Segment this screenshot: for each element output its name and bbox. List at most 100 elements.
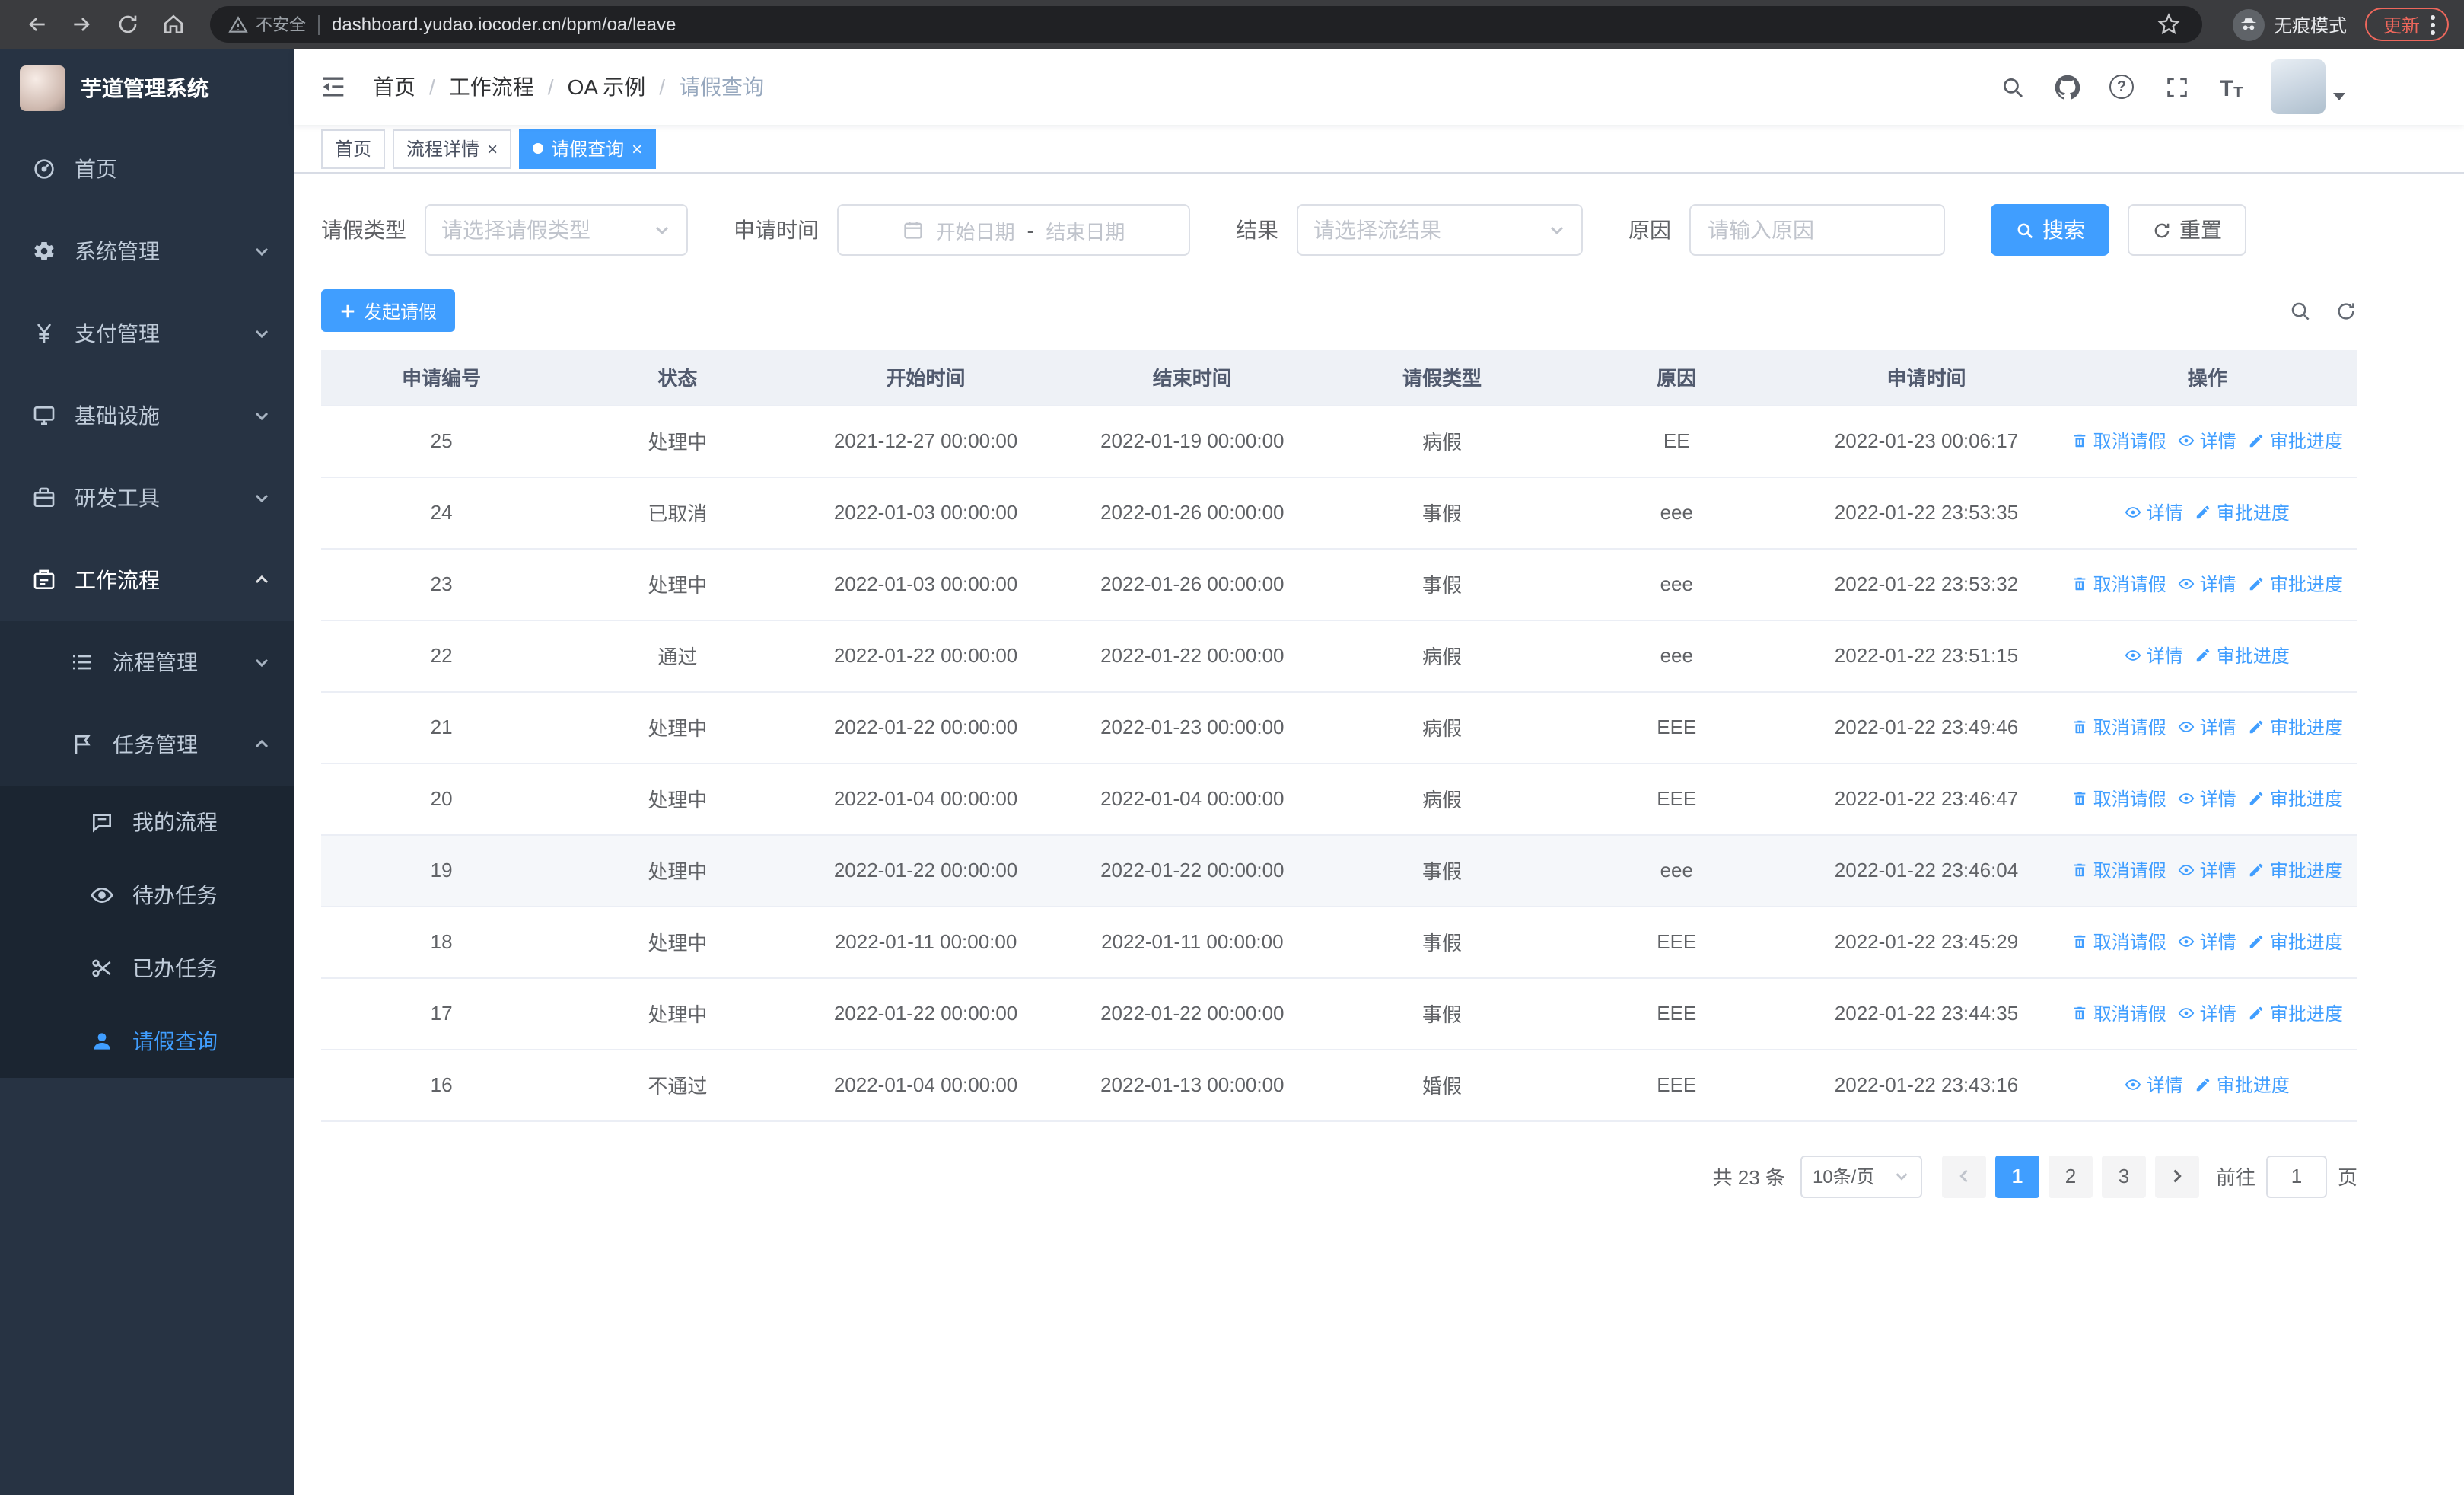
github-icon[interactable]	[2052, 72, 2082, 102]
page-button-3[interactable]: 3	[2101, 1155, 2146, 1197]
search-icon	[2017, 222, 2033, 238]
sidebar-fold-icon[interactable]	[318, 72, 349, 102]
home-icon[interactable]	[152, 3, 195, 46]
cancel-action-link[interactable]: 取消请假	[2072, 1000, 2166, 1026]
prev-page-button[interactable]	[1941, 1155, 1986, 1197]
sidebar-item-process-management[interactable]: 流程管理	[0, 621, 294, 703]
create-leave-button[interactable]: 发起请假	[321, 289, 456, 332]
sidebar-item-payment[interactable]: 支付管理	[0, 292, 294, 375]
progress-action-link[interactable]: 审批进度	[2195, 1072, 2290, 1098]
browser-update-button[interactable]: 更新	[2364, 8, 2449, 41]
browser-menu-icon[interactable]	[2426, 14, 2440, 34]
toggle-search-icon[interactable]	[2287, 298, 2312, 323]
sidebar-item-todo-tasks[interactable]: 待办任务	[0, 859, 294, 932]
progress-action-link[interactable]: 审批进度	[2249, 571, 2343, 597]
page-size-select[interactable]: 10条/页	[1800, 1155, 1922, 1197]
reason-input[interactable]	[1689, 204, 1945, 256]
apply-time-range-picker[interactable]: 开始日期 - 结束日期	[837, 204, 1190, 256]
reset-button[interactable]: 重置	[2128, 204, 2246, 256]
back-icon[interactable]	[15, 3, 58, 46]
sidebar-item-workflow[interactable]: 工作流程	[0, 539, 294, 621]
table-row: 23 处理中 2022-01-03 00:00:00 2022-01-26 00:00…	[321, 548, 2357, 620]
cell-status: 处理中	[562, 906, 794, 978]
address-bar[interactable]: 不安全 dashboard.yudao.iocoder.cn/bpm/oa/le…	[210, 6, 2202, 43]
sidebar-item-done-tasks[interactable]: 已办任务	[0, 932, 294, 1005]
cell-reason: EE	[1558, 405, 1796, 477]
progress-action-link[interactable]: 审批进度	[2195, 642, 2290, 668]
cancel-action-link[interactable]: 取消请假	[2072, 857, 2166, 883]
cell-leave-type: 事假	[1326, 548, 1558, 620]
detail-action-link[interactable]: 详情	[2179, 571, 2236, 597]
incognito-indicator: 无痕模式	[2232, 8, 2347, 40]
cell-actions: 取消请假 详情 审批进度	[2057, 977, 2357, 1050]
cancel-action-link[interactable]: 取消请假	[2072, 929, 2166, 955]
security-warning[interactable]: 不安全	[228, 12, 306, 37]
cell-start-time: 2022-01-22 00:00:00	[793, 620, 1059, 692]
cell-status: 已取消	[562, 477, 794, 549]
progress-action-link[interactable]: 审批进度	[2249, 714, 2343, 740]
action-label: 取消请假	[2093, 574, 2166, 595]
page-button-1[interactable]: 1	[1994, 1155, 2039, 1197]
refresh-table-icon[interactable]	[2333, 298, 2357, 323]
leave-type-select[interactable]: 请选择请假类型	[425, 204, 688, 256]
detail-action-link[interactable]: 详情	[2179, 428, 2236, 454]
sidebar-item-label: 研发工具	[75, 486, 160, 510]
progress-action-link[interactable]: 审批进度	[2249, 929, 2343, 955]
search-icon[interactable]	[1997, 72, 2027, 102]
sidebar-item-system[interactable]: 系统管理	[0, 210, 294, 292]
sidebar-item-infrastructure[interactable]: 基础设施	[0, 375, 294, 457]
cancel-action-link[interactable]: 取消请假	[2072, 571, 2166, 597]
sidebar-item-devtools[interactable]: 研发工具	[0, 457, 294, 539]
sidebar-item-home[interactable]: 首页	[0, 128, 294, 210]
progress-action-link[interactable]: 审批进度	[2249, 786, 2343, 811]
cancel-action-link[interactable]: 取消请假	[2072, 428, 2166, 454]
detail-action-link[interactable]: 详情	[2125, 1072, 2183, 1098]
avatar[interactable]	[2271, 59, 2326, 114]
font-size-icon[interactable]: TT	[2216, 72, 2246, 102]
breadcrumb-workflow[interactable]: 工作流程	[449, 72, 534, 102]
action-label: 详情	[2199, 932, 2236, 953]
forward-icon[interactable]	[61, 3, 103, 46]
progress-action-link[interactable]: 审批进度	[2195, 499, 2290, 525]
user-menu[interactable]	[2271, 59, 2345, 114]
tab-leave-query[interactable]: 请假查询 ×	[519, 129, 657, 168]
next-page-button[interactable]	[2154, 1155, 2199, 1197]
sidebar-item-my-process[interactable]: 我的流程	[0, 786, 294, 859]
bookmark-star-icon[interactable]	[2154, 9, 2184, 40]
sidebar-item-task-management[interactable]: 任务管理	[0, 703, 294, 786]
tab-home[interactable]: 首页	[321, 129, 386, 168]
sidebar-item-leave-query[interactable]: 请假查询	[0, 1005, 294, 1078]
close-icon[interactable]: ×	[632, 139, 642, 158]
app-logo[interactable]: 芋道管理系统	[0, 49, 294, 128]
detail-action-link[interactable]: 详情	[2179, 714, 2236, 740]
cell-apply-id: 25	[321, 405, 562, 477]
fullscreen-icon[interactable]	[2161, 72, 2192, 102]
close-icon[interactable]: ×	[487, 139, 498, 158]
action-label: 审批进度	[2269, 574, 2343, 595]
detail-action-link[interactable]: 详情	[2179, 857, 2236, 883]
search-button[interactable]: 搜索	[1991, 204, 2109, 256]
progress-action-link[interactable]: 审批进度	[2249, 428, 2343, 454]
detail-action-link[interactable]: 详情	[2179, 786, 2236, 811]
detail-action-link[interactable]: 详情	[2179, 1000, 2236, 1026]
progress-action-link[interactable]: 审批进度	[2249, 857, 2343, 883]
result-select[interactable]: 请选择流结果	[1297, 204, 1583, 256]
breadcrumb-home[interactable]: 首页	[373, 72, 415, 102]
cancel-action-link[interactable]: 取消请假	[2072, 714, 2166, 740]
detail-action-link[interactable]: 详情	[2125, 642, 2183, 668]
action-label: 审批进度	[2269, 789, 2343, 810]
detail-action-link[interactable]: 详情	[2179, 929, 2236, 955]
cell-leave-type: 事假	[1326, 977, 1558, 1050]
cell-apply-time: 2022-01-22 23:45:29	[1795, 906, 2058, 978]
breadcrumb-oa-example[interactable]: OA 示例	[568, 72, 646, 102]
cell-apply-time: 2022-01-22 23:43:16	[1795, 1049, 2058, 1121]
col-end-time: 结束时间	[1058, 350, 1326, 406]
detail-action-link[interactable]: 详情	[2125, 499, 2183, 525]
goto-page-input[interactable]	[2265, 1155, 2327, 1197]
cancel-action-link[interactable]: 取消请假	[2072, 786, 2166, 811]
help-icon[interactable]: ?	[2106, 72, 2137, 102]
tab-process-detail[interactable]: 流程详情 ×	[393, 129, 512, 168]
reload-icon[interactable]	[107, 3, 149, 46]
progress-action-link[interactable]: 审批进度	[2249, 1000, 2343, 1026]
page-button-2[interactable]: 2	[2048, 1155, 2093, 1197]
